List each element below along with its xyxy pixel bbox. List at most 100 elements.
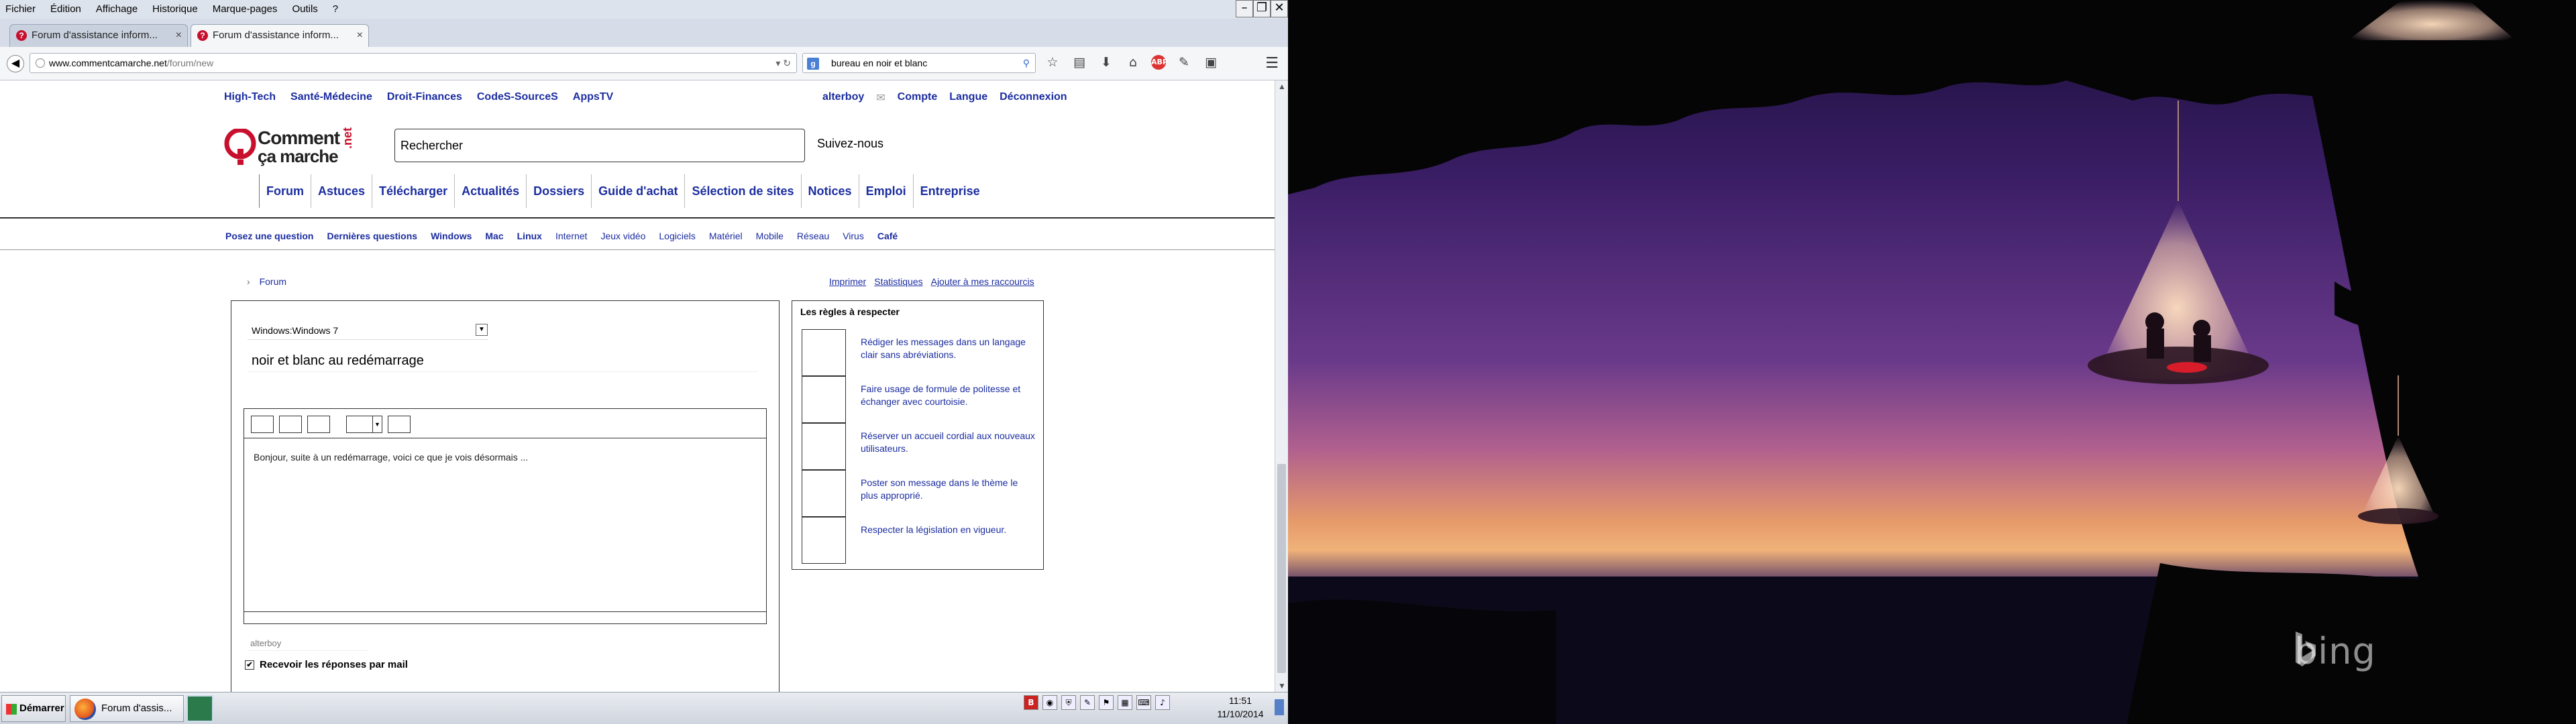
shortcut-link[interactable]: Ajouter à mes raccourcis	[931, 276, 1034, 287]
stats-link[interactable]: Statistiques	[874, 276, 922, 287]
subnav-linux[interactable]: Linux	[517, 231, 542, 241]
link-sante-medecine[interactable]: Santé-Médecine	[290, 91, 372, 103]
subnav-internet[interactable]: Internet	[555, 231, 587, 241]
nav-actualites[interactable]: Actualités	[454, 174, 526, 208]
link-langue[interactable]: Langue	[949, 91, 987, 105]
subnav-logiciels[interactable]: Logiciels	[659, 231, 695, 241]
category-select[interactable]: Windows:Windows 7 ▼	[248, 321, 488, 340]
menu-historique[interactable]: Historique	[152, 3, 198, 15]
link-droit-finances[interactable]: Droit-Finances	[387, 91, 462, 103]
reload-icon[interactable]: ▾ ↻	[775, 54, 791, 72]
notify-checkbox-row[interactable]: ✔ Recevoir les réponses par mail	[245, 659, 408, 670]
link-codes-sources[interactable]: CodeS-SourceS	[477, 91, 558, 103]
tray-steam-icon[interactable]: ◉	[1042, 695, 1057, 710]
nav-dossiers[interactable]: Dossiers	[526, 174, 591, 208]
subnav-mobile[interactable]: Mobile	[756, 231, 784, 241]
link-high-tech[interactable]: High-Tech	[224, 91, 276, 103]
bookmarks-list-icon[interactable]: ▤	[1071, 55, 1088, 70]
extension-icon[interactable]: ✎	[1175, 55, 1193, 70]
bold-button[interactable]	[251, 416, 274, 433]
rule-text[interactable]: Poster son message dans le thème le plus…	[861, 477, 1036, 502]
nav-emploi[interactable]: Emploi	[858, 174, 913, 208]
subnav-dernieres-questions[interactable]: Dernières questions	[327, 231, 417, 241]
subnav-materiel[interactable]: Matériel	[709, 231, 743, 241]
clock[interactable]: 11:51 11/10/2014	[1212, 694, 1269, 721]
nav-selection-sites[interactable]: Sélection de sites	[684, 174, 800, 208]
notify-checkbox[interactable]: ✔	[245, 660, 254, 670]
taskbar-app-icon[interactable]	[186, 695, 213, 722]
adblock-icon[interactable]: ABP	[1151, 55, 1168, 70]
menu-marque-pages[interactable]: Marque-pages	[213, 3, 278, 15]
tray-flag-icon[interactable]: ⚑	[1099, 695, 1114, 710]
scroll-up-icon[interactable]: ▲	[1275, 82, 1288, 91]
menu-affichage[interactable]: Affichage	[96, 3, 138, 15]
menu-edition[interactable]: Édition	[50, 3, 81, 15]
print-link[interactable]: Imprimer	[829, 276, 866, 287]
menu-icon[interactable]: ☰	[1265, 55, 1279, 72]
link-compte[interactable]: Compte	[898, 91, 938, 105]
subject-input[interactable]: noir et blanc au redémarrage	[248, 349, 757, 372]
site-search-input[interactable]: Rechercher	[394, 129, 805, 162]
message-body[interactable]: Bonjour, suite à un redémarrage, voici c…	[254, 452, 528, 463]
minimize-button[interactable]: –	[1236, 0, 1253, 17]
rule-text[interactable]: Rédiger les messages dans un langage cla…	[861, 336, 1036, 361]
subnav-reseau[interactable]: Réseau	[797, 231, 829, 241]
site-logo[interactable]: Comment ça marche .net	[224, 126, 358, 170]
subnav-jeux-video[interactable]: Jeux vidéo	[600, 231, 645, 241]
search-bar[interactable]: g bureau en noir et blanc ⚲	[802, 53, 1036, 73]
download-icon[interactable]: ⬇	[1097, 55, 1115, 70]
tab-forum-1[interactable]: ? Forum d'assistance inform... ×	[9, 24, 188, 47]
italic-button[interactable]	[279, 416, 302, 433]
scrollbar-thumb[interactable]	[1277, 464, 1286, 673]
tab-close-icon[interactable]: ×	[357, 25, 363, 46]
subnav-windows[interactable]: Windows	[431, 231, 472, 241]
nav-astuces[interactable]: Astuces	[311, 174, 372, 208]
back-button[interactable]: ◀	[7, 55, 24, 72]
insert-button[interactable]	[388, 416, 411, 433]
taskbar-firefox-button[interactable]: Forum d'assis...	[70, 695, 184, 722]
user-name-link[interactable]: alterboy	[822, 91, 864, 105]
link-deconnexion[interactable]: Déconnexion	[1000, 91, 1067, 105]
tray-app-icon[interactable]: B	[1024, 695, 1038, 710]
nav-forum[interactable]: Forum	[259, 174, 311, 208]
menu-outils[interactable]: Outils	[292, 3, 317, 15]
chevron-down-icon[interactable]: ▼	[476, 324, 488, 336]
close-window-button[interactable]: ✕	[1271, 0, 1288, 17]
scroll-down-icon[interactable]: ▼	[1275, 681, 1288, 690]
bookmark-star-icon[interactable]: ☆	[1044, 55, 1061, 70]
nav-telecharger[interactable]: Télécharger	[372, 174, 454, 208]
show-desktop-button[interactable]	[1275, 699, 1284, 715]
format-dropdown[interactable]: ▼	[346, 416, 382, 433]
subnav-mac[interactable]: Mac	[485, 231, 503, 241]
nav-entreprise[interactable]: Entreprise	[912, 174, 987, 208]
rule-text[interactable]: Faire usage de formule de politesse et é…	[861, 383, 1036, 408]
link-appstv[interactable]: AppsTV	[573, 91, 613, 103]
username-field[interactable]: alterboy	[248, 636, 368, 651]
nav-guide-achat[interactable]: Guide d'achat	[591, 174, 684, 208]
subnav-posez-question[interactable]: Posez une question	[225, 231, 313, 241]
restore-button[interactable]: ❐	[1253, 0, 1271, 17]
tray-keyboard-icon[interactable]: ⌨	[1136, 695, 1151, 710]
tray-volume-icon[interactable]: ♪	[1155, 695, 1170, 710]
subnav-cafe[interactable]: Café	[877, 231, 898, 241]
start-button[interactable]: Démarrer	[1, 695, 66, 722]
tray-tool-icon[interactable]: ✎	[1080, 695, 1095, 710]
menu-fichier[interactable]: Fichier	[5, 3, 36, 15]
tray-shield-icon[interactable]: ⛨	[1061, 695, 1076, 710]
tray-network-icon[interactable]: ▦	[1118, 695, 1132, 710]
search-icon[interactable]: ⚲	[1023, 54, 1030, 72]
menu-help[interactable]: ?	[333, 3, 338, 15]
underline-button[interactable]	[307, 416, 330, 433]
rule-text[interactable]: Réserver un accueil cordial aux nouveaux…	[861, 430, 1036, 455]
rule-text[interactable]: Respecter la législation en vigueur.	[861, 524, 1036, 536]
url-bar[interactable]: www.commentcamarche.net/forum/new ▾ ↻	[30, 53, 797, 73]
follow-us-button[interactable]: Suivez-nous	[817, 137, 883, 151]
tab-close-icon[interactable]: ×	[176, 25, 182, 46]
subnav-virus[interactable]: Virus	[843, 231, 864, 241]
addon-icon[interactable]: ▣	[1202, 55, 1220, 70]
home-icon[interactable]: ⌂	[1124, 55, 1142, 70]
page-scrollbar[interactable]: ▲ ▼	[1275, 80, 1288, 692]
nav-notices[interactable]: Notices	[800, 174, 859, 208]
mail-icon[interactable]: ✉	[876, 91, 885, 105]
tab-forum-2[interactable]: ? Forum d'assistance inform... ×	[191, 24, 369, 47]
